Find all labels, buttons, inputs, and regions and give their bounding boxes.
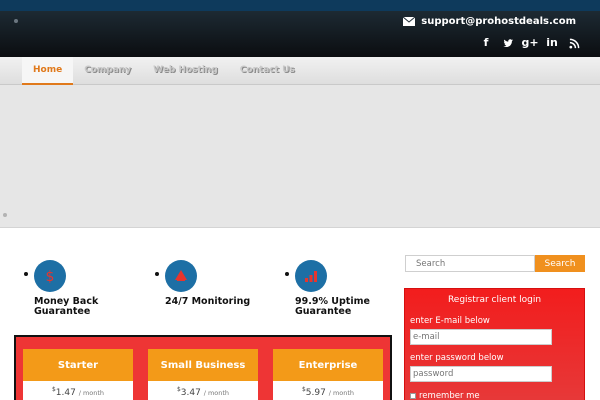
price-period: / month — [78, 389, 105, 397]
login-title: Registrar client login — [447, 295, 542, 305]
twitter-icon[interactable] — [502, 36, 514, 50]
dollar-icon: $ — [34, 260, 66, 292]
plan-price: $1.47 / month — [23, 381, 133, 400]
monitoring-icon — [165, 260, 197, 292]
nav-company[interactable]: Company — [73, 57, 142, 85]
social-links: f g+ in — [480, 36, 580, 50]
feature-bullet — [285, 272, 289, 276]
support-email[interactable]: support@prohostdeals.com — [421, 16, 576, 27]
feature-money-back: $ Money Back Guarantee — [24, 260, 144, 317]
plan-small-business[interactable]: Small Business $3.47 / month — [148, 349, 258, 400]
plan-name: Enterprise — [273, 349, 383, 381]
client-login-box: Registrar client login enter E-mail belo… — [404, 288, 585, 400]
remember-label: remember me — [419, 391, 480, 400]
feature-monitoring: 24/7 Monitoring — [155, 260, 275, 307]
google-plus-icon[interactable]: g+ — [521, 36, 538, 50]
password-field[interactable] — [410, 366, 552, 382]
price-value: 5.97 — [305, 388, 326, 398]
pricing-plans: Starter $1.47 / month Small Business $3.… — [14, 335, 392, 400]
envelope-icon — [403, 17, 416, 26]
search-button[interactable]: Search — [535, 255, 585, 272]
facebook-icon[interactable]: f — [480, 36, 492, 50]
linkedin-icon[interactable]: in — [546, 36, 558, 50]
header-dot — [14, 19, 18, 23]
support-contact[interactable]: support@prohostdeals.com — [403, 16, 576, 27]
feature-label: 99.9% Uptime Guarantee — [295, 296, 370, 317]
plan-price: $3.47 / month — [148, 381, 258, 400]
plan-price: $5.97 / month — [273, 381, 383, 400]
nav-web-hosting[interactable]: Web Hosting — [142, 57, 229, 85]
feature-bullet — [24, 272, 28, 276]
feature-bullet — [155, 272, 159, 276]
price-period: / month — [203, 389, 230, 397]
feature-uptime: 99.9% Uptime Guarantee — [285, 260, 405, 317]
nav-contact-us[interactable]: Contact Us — [229, 57, 306, 85]
price-value: 3.47 — [180, 388, 201, 398]
main-nav: Home Company Web Hosting Contact Us — [22, 57, 306, 85]
price-period: / month — [328, 389, 355, 397]
site-header: support@prohostdeals.com f g+ in — [0, 11, 600, 57]
plan-name: Small Business — [148, 349, 258, 381]
price-value: 1.47 — [55, 388, 76, 398]
feature-label: Money Back Guarantee — [34, 296, 99, 317]
password-label: enter password below — [410, 353, 504, 363]
plan-name: Starter — [23, 349, 133, 381]
top-strip — [0, 0, 600, 11]
search-form: Search — [405, 255, 585, 272]
email-label: enter E-mail below — [410, 316, 490, 326]
hero-banner — [0, 85, 600, 228]
plan-starter[interactable]: Starter $1.47 / month — [23, 349, 133, 400]
search-input[interactable] — [405, 255, 535, 272]
banner-dot — [3, 213, 7, 217]
rss-icon[interactable] — [568, 36, 580, 50]
feature-label: 24/7 Monitoring — [165, 296, 251, 307]
main-navbar: Home Company Web Hosting Contact Us — [0, 57, 600, 85]
uptime-chart-icon — [295, 260, 327, 292]
nav-home[interactable]: Home — [22, 57, 74, 85]
remember-checkbox[interactable] — [410, 393, 416, 399]
plan-enterprise[interactable]: Enterprise $5.97 / month — [273, 349, 383, 400]
email-field[interactable] — [410, 329, 552, 345]
svg-text:$: $ — [46, 269, 55, 285]
remember-me[interactable]: remember me — [410, 391, 480, 400]
